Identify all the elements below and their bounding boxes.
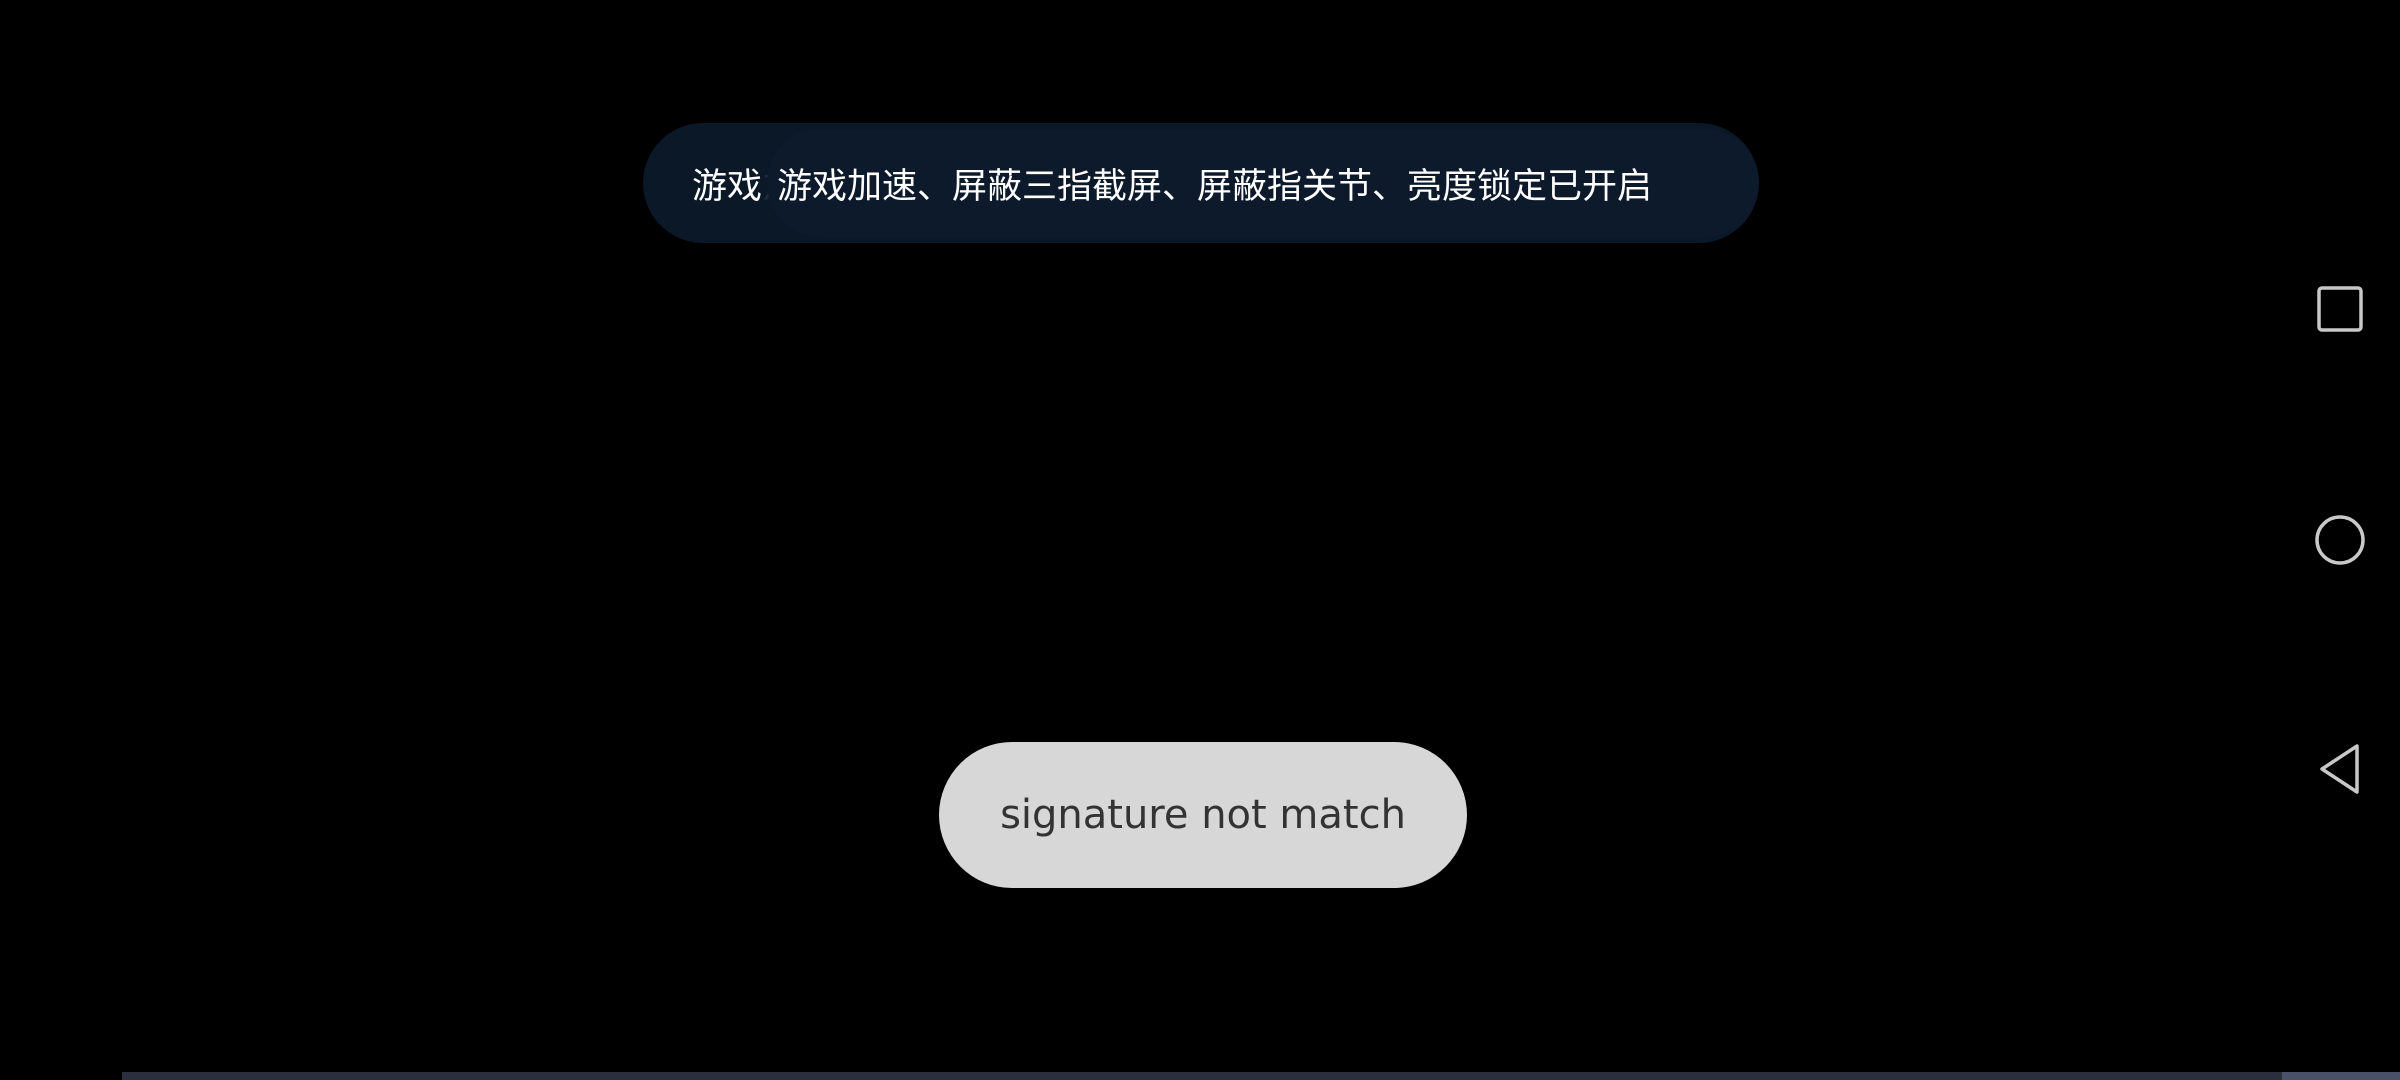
game-mode-banner[interactable]: 游戏 加 游戏加速、屏蔽三指截屏、屏蔽指关节、亮度锁定已开启	[643, 123, 1759, 243]
game-screen: 游戏 加 游戏加速、屏蔽三指截屏、屏蔽指关节、亮度锁定已开启 signature…	[0, 0, 2400, 1080]
toast: signature not match	[939, 742, 1467, 888]
bottom-edge-bar-end	[2282, 1072, 2400, 1080]
square-icon	[2317, 286, 2363, 332]
back-button[interactable]	[2300, 729, 2380, 809]
banner-title: 游戏	[692, 166, 763, 207]
triangle-back-icon	[2320, 744, 2359, 794]
circle-icon	[2315, 515, 2365, 565]
toast-message: signature not match	[1000, 792, 1406, 838]
recent-apps-button[interactable]	[2300, 269, 2380, 349]
banner-message: 游戏加速、屏蔽三指截屏、屏蔽指关节、亮度锁定已开启	[777, 166, 1653, 207]
navigation-bar	[2280, 0, 2400, 1080]
bottom-edge-bar	[122, 1072, 2282, 1080]
banner-message-pill: 游戏加速、屏蔽三指截屏、屏蔽指关节、亮度锁定已开启	[767, 129, 1759, 237]
home-button[interactable]	[2300, 500, 2380, 580]
